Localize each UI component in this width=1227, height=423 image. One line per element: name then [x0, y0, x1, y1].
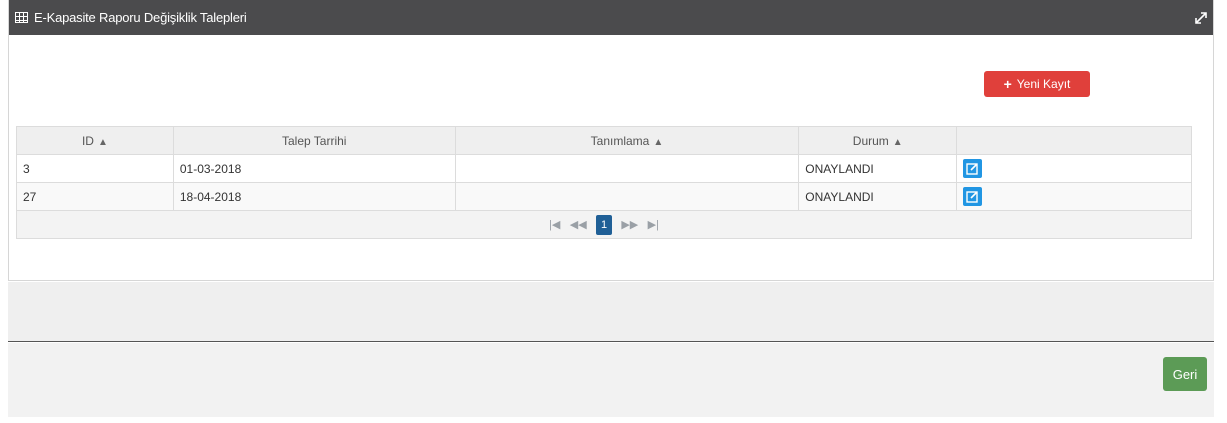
sort-icon: ▲︎: [892, 136, 903, 148]
prev-page-icon[interactable]: ◀︎◀︎: [570, 218, 587, 231]
plus-icon: +: [1003, 76, 1012, 92]
back-button[interactable]: Geri: [1163, 357, 1207, 391]
cell-actions: [956, 182, 1192, 211]
new-record-label: Yeni Kayıt: [1016, 77, 1071, 91]
panel-header: E-Kapasite Raporu Değişiklik Talepleri: [9, 0, 1213, 35]
cell-actions: [956, 154, 1192, 183]
cell-id: 3: [16, 154, 174, 183]
edit-icon: [966, 163, 978, 175]
new-record-button[interactable]: + Yeni Kayıt: [984, 71, 1090, 97]
requests-table: ID ▲︎ Talep Tarrihi Tanımlama ▲︎ Durum ▲︎ 3…: [16, 126, 1192, 239]
table-row: 27 18-04-2018 ONAYLANDI: [16, 182, 1192, 211]
edit-button[interactable]: [963, 159, 983, 178]
column-header-id[interactable]: ID ▲︎: [16, 126, 174, 155]
next-page-icon[interactable]: ▶︎▶︎: [621, 218, 638, 231]
table-header-row: ID ▲︎ Talep Tarrihi Tanımlama ▲︎ Durum ▲︎: [16, 126, 1192, 155]
edit-button[interactable]: [963, 187, 983, 206]
panel-title: E-Kapasite Raporu Değişiklik Talepleri: [34, 10, 247, 25]
footer-strip: [8, 282, 1214, 342]
cell-description: [454, 182, 800, 211]
bottom-area: [8, 343, 1214, 417]
last-page-icon[interactable]: ▶︎|: [648, 218, 659, 231]
sort-icon: ▲︎: [653, 136, 664, 148]
sort-icon: ▲︎: [97, 136, 108, 148]
page-button-current[interactable]: 1: [596, 214, 612, 235]
table-row: 3 01-03-2018 ONAYLANDI: [16, 154, 1192, 183]
pager: |◀︎ ◀︎◀︎ 1 ▶︎▶︎ ▶︎|: [16, 210, 1192, 239]
cell-date: 18-04-2018: [172, 182, 456, 211]
edit-icon: [966, 191, 978, 203]
cell-status: ONAYLANDI: [798, 154, 958, 183]
cell-id: 27: [16, 182, 174, 211]
cell-description: [454, 154, 800, 183]
pager-row: |◀︎ ◀︎◀︎ 1 ▶︎▶︎ ▶︎|: [16, 210, 1192, 239]
column-header-actions: [956, 126, 1192, 155]
column-header-date: Talep Tarrihi: [172, 126, 456, 155]
table-grid-icon: [15, 12, 28, 23]
column-header-status[interactable]: Durum ▲︎: [798, 126, 958, 155]
expand-icon[interactable]: [1195, 12, 1207, 24]
cell-status: ONAYLANDI: [798, 182, 958, 211]
cell-date: 01-03-2018: [172, 154, 456, 183]
first-page-icon[interactable]: |◀︎: [549, 218, 560, 231]
column-header-description[interactable]: Tanımlama ▲︎: [454, 126, 800, 155]
